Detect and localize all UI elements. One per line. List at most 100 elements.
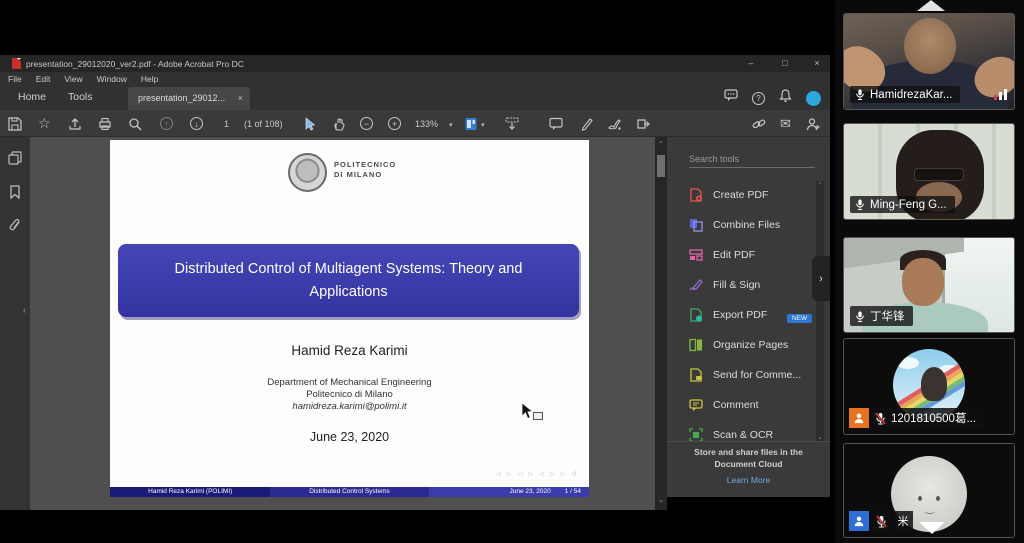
tool-comment[interactable]: Comment: [689, 395, 759, 415]
participant-name: 米: [893, 511, 913, 531]
selection-widget-icon[interactable]: [505, 117, 519, 131]
window-title: presentation_29012020_ver2.pdf - Adobe A…: [26, 59, 244, 69]
help-icon[interactable]: ?: [752, 92, 765, 105]
bell-icon[interactable]: [779, 89, 792, 108]
tool-fill-sign[interactable]: Fill & Sign: [689, 275, 760, 295]
polimi-logo-text: POLITECNICO DI MILANO: [334, 160, 396, 180]
tab-home[interactable]: Home: [18, 85, 46, 110]
tool-create-pdf[interactable]: Create PDF: [689, 185, 768, 205]
tool-scan-ocr[interactable]: Scan & OCR: [689, 425, 773, 441]
signature-icon[interactable]: [608, 117, 622, 131]
close-button[interactable]: ×: [804, 55, 830, 72]
zoom-caret-icon[interactable]: ▾: [449, 121, 453, 129]
share-upload-icon[interactable]: [68, 117, 82, 131]
print-icon[interactable]: [98, 117, 112, 131]
save-icon[interactable]: [8, 117, 22, 131]
participant-label: 1201810500葛...: [849, 408, 984, 428]
document-scrollbar[interactable]: ⌃ ⌄: [655, 137, 667, 510]
document-area[interactable]: POLITECNICO DI MILANO Distributed Contro…: [30, 137, 655, 510]
signal-strength-icon: [994, 89, 1007, 100]
email-icon[interactable]: ✉: [780, 117, 794, 131]
zoom-in-icon[interactable]: +: [388, 117, 401, 130]
tab-tools[interactable]: Tools: [68, 85, 93, 110]
minimize-button[interactable]: –: [738, 55, 764, 72]
tool-export-pdf[interactable]: Export PDF: [689, 305, 767, 325]
page-number-field[interactable]: 1: [224, 119, 229, 129]
slide-footer-author: Hamid Reza Karimi (POLIMI): [110, 487, 270, 497]
logo-line2: DI MILANO: [334, 170, 396, 180]
page-display-caret-icon[interactable]: ▾: [481, 121, 485, 129]
participant-label: HamidrezaKar...: [850, 86, 960, 103]
bookmarks-icon[interactable]: [8, 185, 22, 199]
scrollbar-thumb[interactable]: [657, 155, 665, 177]
tab-close-icon[interactable]: ×: [238, 87, 243, 110]
add-person-icon[interactable]: [806, 117, 820, 131]
maximize-button[interactable]: □: [772, 55, 798, 72]
mic-on-icon: [855, 88, 865, 101]
collapse-panel-tab[interactable]: ›: [812, 256, 830, 301]
tools-panel-scrollbar[interactable]: ⌃ ⌄: [816, 181, 824, 441]
menu-help[interactable]: Help: [141, 74, 158, 84]
select-tool-icon[interactable]: [303, 117, 317, 131]
hand-tool-icon[interactable]: [332, 117, 346, 131]
zoom-level-value[interactable]: 133%: [415, 119, 438, 129]
menu-file[interactable]: File: [8, 74, 22, 84]
search-tools-input[interactable]: [689, 151, 815, 168]
tab-bar: Home Tools presentation_29012... × ?: [0, 85, 830, 110]
tool-edit-pdf[interactable]: Edit PDF: [689, 245, 755, 265]
menu-edit[interactable]: Edit: [36, 74, 51, 84]
learn-more-link[interactable]: Learn More: [667, 475, 830, 485]
logo-line1: POLITECNICO: [334, 160, 396, 170]
mic-on-icon: [855, 198, 865, 211]
scroll-down-icon[interactable]: ⌄: [655, 495, 667, 504]
pdf-page: POLITECNICO DI MILANO Distributed Contro…: [110, 140, 589, 497]
participants-scroll-up-icon[interactable]: [917, 0, 945, 11]
tools-scroll-down-icon[interactable]: ⌄: [816, 433, 824, 441]
tool-combine-files[interactable]: Combine Files: [689, 215, 780, 235]
panel-bottom-spacer: [667, 497, 830, 510]
video-tile-2[interactable]: Ming-Feng G...: [843, 123, 1015, 220]
participants-scroll-down-icon[interactable]: [919, 522, 945, 534]
tool-organize-pages[interactable]: Organize Pages: [689, 335, 788, 355]
participant-label: 丁华锋: [850, 306, 913, 326]
video-tile-4[interactable]: 1201810500葛...: [843, 338, 1015, 435]
slide-email: hamidreza.karimi@polimi.it: [110, 401, 589, 412]
tool-label: Organize Pages: [713, 339, 788, 351]
star-favorites-icon[interactable]: ☆: [38, 117, 52, 131]
new-badge: NEW: [787, 314, 812, 323]
participant-label: Ming-Feng G...: [850, 196, 955, 213]
slide-author: Hamid Reza Karimi: [110, 343, 589, 358]
cursor-drag-box: [533, 412, 543, 420]
comment-bubble-icon[interactable]: [549, 117, 563, 131]
left-navigation-rail: ‹: [0, 137, 30, 510]
video-tile-1[interactable]: HamidrezaKar...: [843, 13, 1015, 110]
participant-name: 1201810500葛...: [891, 410, 976, 426]
collapse-left-pane-icon[interactable]: ‹: [23, 305, 26, 315]
slide-affiliation-1: Department of Mechanical Engineering: [110, 377, 589, 388]
tool-send-for-comments[interactable]: Send for Comme...: [689, 365, 801, 385]
mic-muted-icon: [876, 515, 887, 528]
pencil-edit-icon[interactable]: [580, 117, 594, 131]
page-thumbnails-icon[interactable]: [8, 151, 22, 165]
menu-view[interactable]: View: [64, 74, 82, 84]
next-page-icon[interactable]: ↓: [190, 117, 203, 130]
tools-scroll-up-icon[interactable]: ⌃: [816, 181, 824, 189]
attachments-icon[interactable]: [8, 218, 22, 232]
search-icon[interactable]: [128, 117, 142, 131]
document-cloud-text-2: Document Cloud: [667, 459, 830, 469]
link-icon[interactable]: [752, 117, 766, 131]
video-frame: [904, 18, 956, 74]
video-frame: [914, 168, 964, 181]
tab-document[interactable]: presentation_29012... ×: [128, 87, 250, 110]
menu-window[interactable]: Window: [97, 74, 127, 84]
send-document-icon[interactable]: [636, 117, 650, 131]
scroll-up-icon[interactable]: ⌃: [655, 140, 667, 149]
page-display-icon[interactable]: [464, 117, 478, 131]
video-tile-3[interactable]: 丁华锋: [843, 237, 1015, 333]
tools-list: Create PDF Combine Files Edit PDF Fill &…: [667, 181, 817, 441]
previous-page-icon[interactable]: ↑: [160, 117, 173, 130]
zoom-out-icon[interactable]: −: [360, 117, 373, 130]
slide-title: Distributed Control of Multiagent System…: [148, 258, 549, 304]
feedback-bubble-icon[interactable]: [724, 89, 738, 107]
account-avatar[interactable]: [806, 91, 821, 106]
